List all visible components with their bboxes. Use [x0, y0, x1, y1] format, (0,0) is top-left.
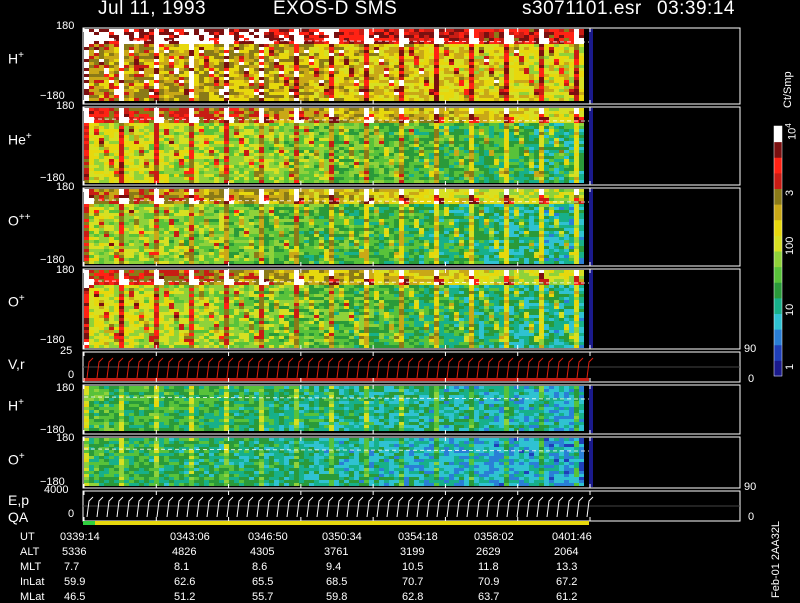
ytick-v-r-bottom: 0: [68, 369, 74, 381]
rtick-v-r-bottom: 0: [748, 373, 754, 385]
ephem-cell-mlt: 7.7: [64, 561, 79, 573]
ephem-row-alt-label: ALT: [20, 546, 39, 558]
ephem-cell-ut: 0343:06: [170, 531, 210, 543]
ephem-cell-inlat: 70.7: [402, 576, 423, 588]
ephem-row-ut-label: UT: [20, 531, 35, 543]
panel-o-plus-plus: [83, 188, 740, 266]
ephem-row-inlat-label: InLat: [20, 576, 44, 588]
panel-label-he-plus: He+: [8, 131, 32, 148]
ytick-e-p-bottom: 0: [68, 508, 74, 520]
ephem-cell-alt: 2064: [554, 546, 578, 558]
ytick-o-plus-2-top: 180: [56, 432, 74, 444]
panel-h-plus: [83, 28, 740, 104]
ephem-cell-mlat: 51.2: [174, 591, 195, 603]
panel-label-e-p: E,p: [8, 492, 29, 508]
ephem-cell-inlat: 70.9: [478, 576, 499, 588]
panel-v-r: [83, 352, 740, 382]
ephem-cell-inlat: 68.5: [326, 576, 347, 588]
panel-label-v-r: V,r: [8, 356, 25, 372]
panel-label-o-plus-plus: O++: [8, 212, 31, 229]
panel-e-p: [83, 491, 740, 525]
ephem-cell-alt: 5336: [62, 546, 86, 558]
ephem-cell-ut: 0358:02: [474, 531, 514, 543]
colorbar-label-1e4: 104: [784, 123, 799, 140]
colorbar: [774, 126, 782, 377]
ephem-cell-alt: 3199: [400, 546, 424, 558]
ephem-cell-mlat: 55.7: [252, 591, 273, 603]
rtick-e-p-bottom: 0: [748, 511, 754, 523]
spectrogram-plot: [0, 0, 800, 600]
panel-label-o-plus-2: O+: [8, 451, 25, 468]
panel-h-plus-2: [83, 385, 740, 434]
ephem-cell-ut: 0350:34: [322, 531, 362, 543]
ytick-h-plus-top: 180: [56, 20, 74, 32]
ytick-e-p-top: 4000: [44, 484, 68, 496]
ephem-cell-mlat: 61.2: [556, 591, 577, 603]
colorbar-label-1: 1: [784, 364, 796, 370]
ytick-h-plus-2-top: 180: [56, 382, 74, 394]
colorbar-label-1e3: 3: [784, 190, 796, 196]
ephem-cell-inlat: 59.9: [64, 576, 85, 588]
ytick-v-r-top: 25: [60, 345, 72, 357]
ephem-cell-inlat: 67.2: [556, 576, 577, 588]
ephem-cell-alt: 4826: [172, 546, 196, 558]
colorbar-unit: Ct/Smp: [782, 71, 794, 108]
ephem-cell-mlt: 13.3: [556, 561, 577, 573]
colorbar-label-100: 100: [784, 237, 796, 255]
ytick-he-plus-top: 180: [56, 100, 74, 112]
ytick-o-plus-plus-top: 180: [56, 181, 74, 193]
colorbar-label-10: 10: [784, 304, 796, 316]
ephem-row-mlat-label: MLat: [20, 591, 44, 603]
ephem-cell-mlt: 11.8: [478, 561, 499, 573]
footer-note: Feb-01 2AA32L: [770, 521, 782, 598]
ephem-cell-mlat: 62.8: [402, 591, 423, 603]
ephem-cell-alt: 4305: [250, 546, 274, 558]
ephem-cell-ut: 0346:50: [248, 531, 288, 543]
ephem-row-mlt-label: MLT: [20, 561, 41, 573]
ephem-cell-mlt: 8.6: [252, 561, 267, 573]
ephem-cell-alt: 3761: [324, 546, 348, 558]
ephem-cell-ut: 0339:14: [60, 531, 100, 543]
ephem-cell-inlat: 62.6: [174, 576, 195, 588]
rtick-e-p-top: 90: [744, 481, 756, 493]
ytick-o-plus-top: 180: [56, 264, 74, 276]
ephem-cell-inlat: 65.5: [252, 576, 273, 588]
ephem-cell-ut: 0401:46: [552, 531, 592, 543]
ephem-cell-mlat: 63.7: [478, 591, 499, 603]
ephem-cell-mlt: 10.5: [402, 561, 423, 573]
ephem-cell-mlat: 46.5: [64, 591, 85, 603]
panel-o-plus: [83, 269, 740, 349]
ephem-cell-ut: 0354:18: [398, 531, 438, 543]
ephem-cell-alt: 2629: [476, 546, 500, 558]
ephem-cell-mlat: 59.8: [326, 591, 347, 603]
panel-label-o-plus: O+: [8, 293, 25, 310]
panel-label-h-plus-2: H+: [8, 397, 24, 414]
panel-label-qa: QA: [8, 509, 28, 525]
panel-o-plus-2: [83, 437, 740, 488]
panel-he-plus: [83, 107, 740, 185]
ephem-cell-mlt: 8.1: [174, 561, 189, 573]
panel-label-h-plus: H+: [8, 50, 24, 67]
rtick-v-r-top: 90: [744, 343, 756, 355]
ephem-cell-mlt: 9.4: [326, 561, 341, 573]
